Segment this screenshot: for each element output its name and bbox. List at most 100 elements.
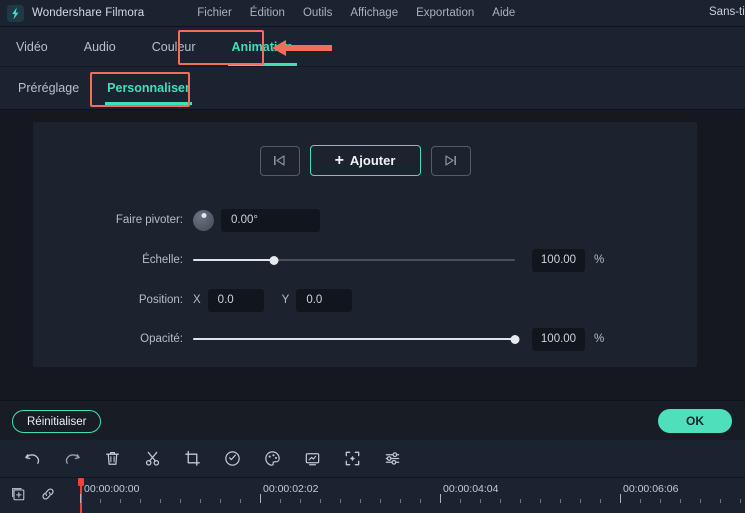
delete-button[interactable] [92, 440, 132, 478]
timecode-label: 00:00:02:02 [263, 483, 319, 495]
add-track-button[interactable] [8, 484, 28, 504]
scale-slider-knob[interactable] [269, 255, 278, 265]
rotate-value-field[interactable]: 0.00° [221, 208, 320, 232]
menu-item-edition[interactable]: Édition [241, 4, 294, 22]
undo-button[interactable] [12, 440, 52, 478]
ruler-tick [220, 499, 221, 503]
subtab-prereglage[interactable]: Préréglage [16, 77, 81, 99]
crop-button[interactable] [172, 440, 212, 478]
snapshot-button[interactable] [292, 440, 332, 478]
add-keyframe-label: Ajouter [349, 153, 396, 168]
ruler-tick [440, 494, 441, 503]
app-logo [0, 4, 30, 22]
panel-footer: Réinitialiser OK [0, 400, 745, 440]
app-title: Wondershare Filmora [32, 7, 145, 19]
ruler-tick [620, 494, 621, 503]
delete-icon [105, 451, 119, 465]
opacity-row: Opacité: 100.00 % [33, 326, 697, 352]
opacity-slider[interactable] [193, 331, 520, 347]
animation-properties-area: + Ajouter Faire pivoter: 0.00° Échelle: … [0, 110, 745, 400]
ruler-tick [580, 499, 581, 503]
project-name: Sans-titre [709, 6, 745, 18]
rotate-dial[interactable] [193, 209, 214, 231]
scale-value-field[interactable]: 100.00 [532, 248, 585, 272]
reset-button[interactable]: Réinitialiser [12, 410, 102, 433]
menu-item-fichier[interactable]: Fichier [188, 4, 241, 22]
crop-icon [184, 450, 200, 466]
position-row: Position: X 0.0 Y 0.0 [33, 287, 697, 313]
previous-keyframe-icon [274, 155, 285, 166]
tab-couleur[interactable]: Couleur [150, 30, 198, 64]
position-x-field[interactable]: 0.0 [207, 288, 264, 312]
link-icon [42, 488, 54, 500]
cut-icon [145, 451, 159, 466]
scale-label: Échelle: [142, 254, 183, 266]
ruler-tick [640, 499, 641, 503]
ruler-tick [480, 499, 481, 503]
speed-icon [224, 451, 240, 466]
ruler-tick [160, 499, 161, 503]
subtab-personnaliser[interactable]: Personnaliser [105, 77, 192, 105]
scale-unit: % [594, 254, 605, 266]
cut-button[interactable] [132, 440, 172, 478]
ok-button[interactable]: OK [658, 409, 732, 433]
keyframe-controls: + Ajouter [33, 145, 697, 176]
ruler-tick [360, 499, 361, 503]
menu-bar: Fichier Édition Outils Affichage Exporta… [188, 4, 524, 22]
next-keyframe-icon [445, 155, 456, 166]
position-y-field[interactable]: 0.0 [296, 288, 353, 312]
rotate-label: Faire pivoter: [115, 214, 183, 226]
ruler-tick [120, 499, 121, 503]
opacity-label: Opacité: [140, 333, 183, 345]
speed-button[interactable] [212, 440, 252, 478]
ruler-tick [300, 499, 301, 503]
redo-button[interactable] [52, 440, 92, 478]
tab-animation[interactable]: Animation [227, 30, 297, 66]
ruler-tick [520, 499, 521, 503]
editor-toolbar [0, 440, 745, 478]
menu-item-exportation[interactable]: Exportation [407, 4, 483, 22]
scale-row: Échelle: 100.00 % [33, 247, 697, 273]
add-track-icon [12, 488, 25, 501]
timeline-ruler[interactable]: 00:00:00:00 00:00:02:02 00:00:04:04 00:0… [72, 478, 745, 513]
tab-audio[interactable]: Audio [82, 30, 118, 64]
scale-slider[interactable] [193, 252, 515, 268]
next-keyframe-button[interactable] [430, 145, 471, 176]
timecode-label: 00:00:00:00 [84, 483, 140, 495]
snapshot-icon [305, 453, 319, 466]
filmora-window: Wondershare Filmora Fichier Édition Outi… [0, 0, 745, 513]
adjust-sliders-button[interactable] [372, 440, 412, 478]
ruler-tick [320, 499, 321, 503]
position-label: Position: [138, 294, 183, 306]
link-button[interactable] [38, 484, 58, 504]
ruler-tick [500, 499, 501, 503]
ruler-tick [240, 499, 241, 503]
timecode-label: 00:00:06:06 [623, 483, 679, 495]
timeline-bar: 00:00:00:00 00:00:02:02 00:00:04:04 00:0… [0, 478, 745, 513]
rotate-row: Faire pivoter: 0.00° [33, 207, 697, 233]
main-tab-bar: Vidéo Audio Couleur Animation [0, 27, 745, 67]
position-x-axis-label: X [193, 294, 201, 306]
menu-item-outils[interactable]: Outils [294, 4, 341, 22]
opacity-slider-knob[interactable] [510, 334, 520, 344]
ruler-tick [740, 499, 741, 503]
ruler-tick [420, 499, 421, 503]
opacity-slider-fill [193, 338, 515, 340]
previous-keyframe-button[interactable] [259, 145, 300, 176]
timecode-label: 00:00:04:04 [443, 483, 499, 495]
ruler-tick [700, 499, 701, 503]
ruler-tick [100, 499, 101, 503]
color-palette-button[interactable] [252, 440, 292, 478]
menu-item-aide[interactable]: Aide [483, 4, 524, 22]
ruler-tick [400, 499, 401, 503]
ruler-tick [140, 499, 141, 503]
opacity-value-field[interactable]: 100.00 [532, 327, 585, 351]
crop-to-fit-button[interactable] [332, 440, 372, 478]
opacity-unit: % [594, 333, 605, 345]
color-palette-icon [264, 451, 280, 466]
ruler-tick [460, 499, 461, 503]
title-bar: Wondershare Filmora Fichier Édition Outi… [0, 0, 745, 27]
menu-item-affichage[interactable]: Affichage [341, 4, 407, 22]
tab-video[interactable]: Vidéo [14, 30, 50, 64]
add-keyframe-button[interactable]: + Ajouter [309, 145, 421, 176]
